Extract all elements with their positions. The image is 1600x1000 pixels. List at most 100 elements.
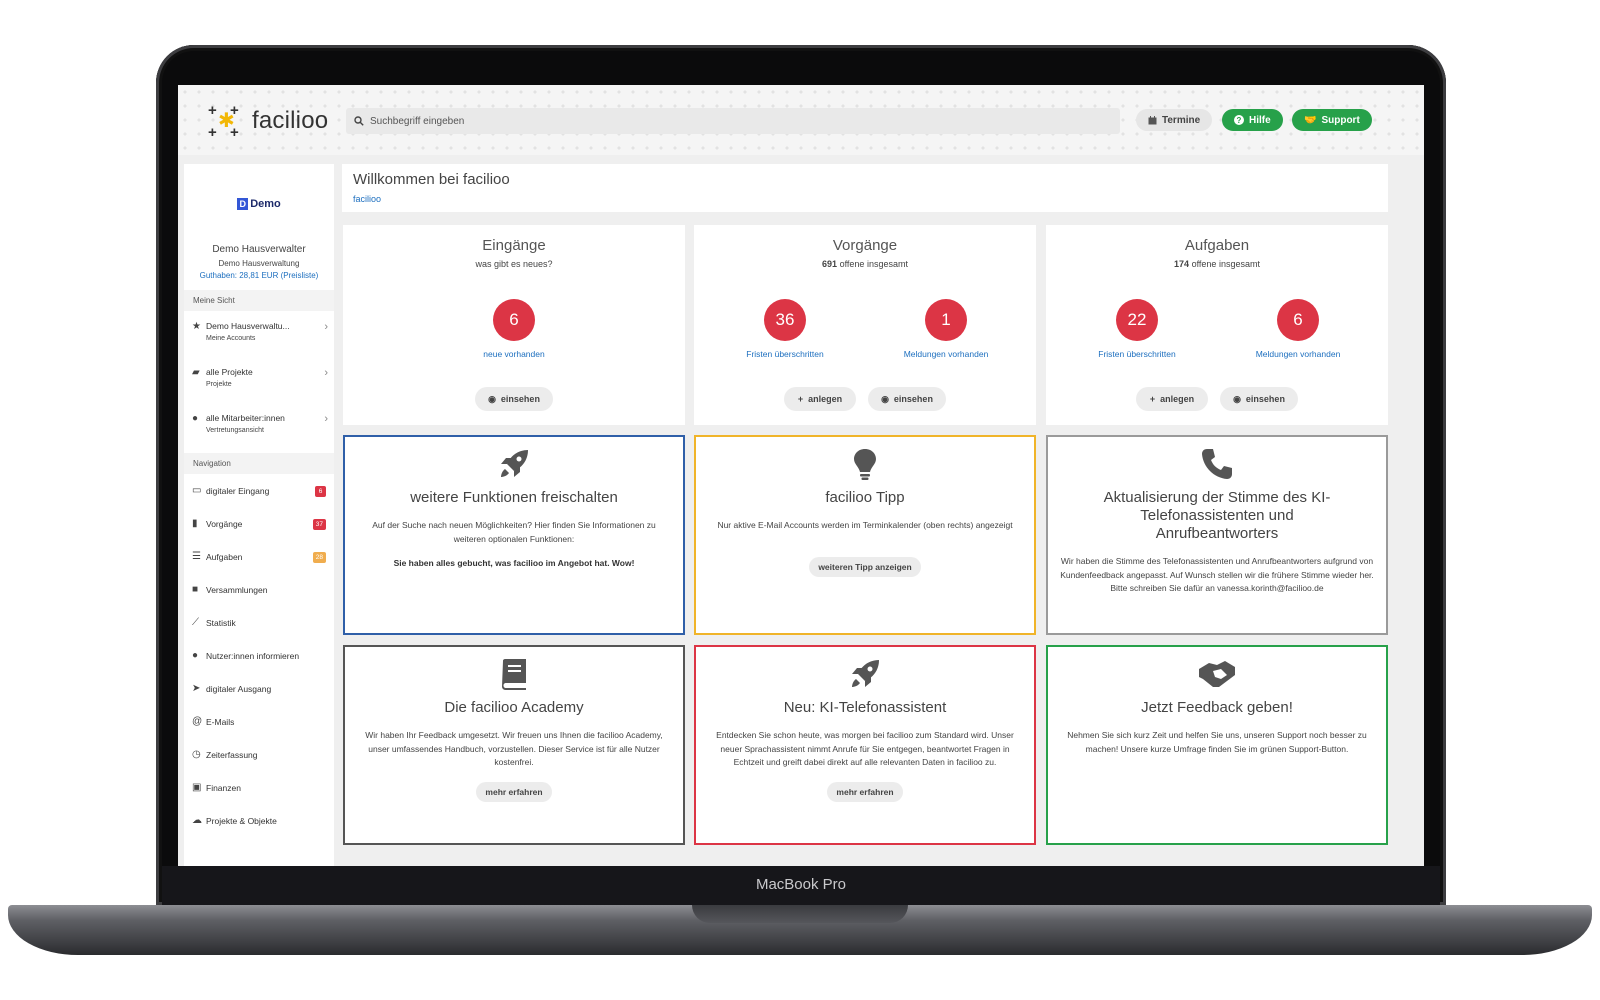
hilfe-label: Hilfe [1249, 114, 1271, 126]
handshake-icon [1199, 661, 1235, 687]
list-icon: ☰ [192, 551, 201, 562]
open-label: offene insgesamt [839, 259, 908, 269]
reports-circle[interactable]: 1 [925, 299, 967, 341]
einsehen-label: einsehen [893, 394, 933, 404]
ki-card: Neu: KI-Telefonassistent Entdecken Sie s… [694, 645, 1036, 845]
termine-button[interactable]: Termine [1136, 109, 1213, 131]
credit-link[interactable]: Guthaben: 28,81 EUR (Preisliste) [184, 271, 334, 280]
anlegen-button[interactable]: + anlegen [1136, 387, 1208, 411]
sidebar-item-mitarbeiter[interactable]: ● alle Mitarbeiter:innen Vertretungsansi… [184, 403, 334, 449]
company-name: Demo Hausverwaltung [218, 259, 300, 268]
search-bar[interactable] [346, 108, 1120, 134]
sidebar-item-digitaler-ausgang[interactable]: ➤ digitaler Ausgang [184, 672, 334, 705]
tipp-card: facilioo Tipp Nur aktive E-Mail Accounts… [694, 435, 1036, 635]
clock-icon: ◷ [192, 749, 201, 760]
termine-label: Termine [1162, 114, 1201, 126]
funktionen-card: weitere Funktionen freischalten Auf der … [343, 435, 685, 635]
card-text: Wir haben die Stimme des Telefonassisten… [1060, 556, 1374, 594]
overdue-circle[interactable]: 36 [764, 299, 806, 341]
nav-label: Vorgänge [206, 518, 243, 529]
sidebar-item-nutzer-informieren[interactable]: ● Nutzer:innen informieren [184, 639, 334, 672]
phone-icon [1202, 449, 1232, 479]
chevron-right-icon: › [324, 321, 328, 333]
eye-icon: ◉ [1233, 393, 1241, 404]
weiteren-tipp-button[interactable]: weiteren Tipp anzeigen [809, 556, 921, 577]
user-icon: ● [192, 413, 199, 424]
einsehen-label: einsehen [1245, 394, 1285, 404]
chart-line-icon: ⟋ [192, 617, 199, 628]
card-title: Eingänge [482, 237, 546, 254]
breadcrumb[interactable]: facilioo [353, 194, 1377, 204]
sidebar-item-statistik[interactable]: ⟋ Statistik [184, 606, 334, 639]
profile-block: D Demo Demo Hausverwalter Demo Hausverwal… [184, 164, 334, 280]
card-text: Nur aktive E-Mail Accounts werden im Ter… [717, 520, 1013, 530]
overdue-circle[interactable]: 22 [1116, 299, 1158, 341]
einsehen-label: einsehen [500, 394, 540, 404]
page-title: Willkommen bei facilioo [353, 171, 510, 188]
nav-label: Zeiterfassung [206, 749, 258, 760]
count-link[interactable]: neue vorhanden [434, 349, 594, 359]
sidebar-item-aufgaben[interactable]: ☰ Aufgaben 28 [184, 540, 334, 573]
sidebar-item-zeiterfassung[interactable]: ◷ Zeiterfassung [184, 738, 334, 771]
search-input[interactable] [370, 115, 1070, 127]
facilioo-logo[interactable]: + + + + ✱ facilioo [208, 102, 328, 141]
logo-mark-icon: + + + + ✱ [208, 102, 239, 141]
paper-plane-icon: ➤ [192, 683, 201, 694]
card-title: Aktualisierung der Stimme des KI-Telefon… [1103, 489, 1331, 542]
anlegen-button[interactable]: + anlegen [784, 387, 856, 411]
question-icon: ? [1234, 115, 1244, 125]
einsehen-button[interactable]: ◉ einsehen [868, 387, 946, 411]
mitarbeiter-label: alle Mitarbeiter:innen [206, 413, 285, 423]
chevron-right-icon: › [324, 367, 328, 379]
overdue-link[interactable]: Fristen überschritten [1057, 349, 1217, 359]
sidebar-item-emails[interactable]: @ E-Mails [184, 705, 334, 738]
reports-circle[interactable]: 6 [1277, 299, 1319, 341]
open-count: 174 [1174, 259, 1190, 269]
vorgaenge-card: Vorgänge 691 offene insgesamt 36 Fristen… [694, 225, 1036, 425]
sidebar-item-accounts[interactable]: ★ Demo Hausverwaltu... Meine Accounts › [184, 311, 334, 357]
plus-icon: + [1149, 394, 1156, 404]
card-subtitle: 174 offene insgesamt [1046, 259, 1388, 269]
sidebar-item-projekte[interactable]: ▰ alle Projekte Projekte › [184, 357, 334, 403]
einsehen-button[interactable]: ◉ einsehen [1220, 387, 1298, 411]
projekte-label: alle Projekte [206, 367, 253, 377]
rocket-icon [501, 450, 528, 477]
book-icon [502, 659, 526, 690]
mehr-erfahren-button[interactable]: mehr erfahren [827, 781, 903, 802]
sidebar-item-versammlungen[interactable]: ■ Versammlungen [184, 573, 334, 606]
card-title: Die facilioo Academy [444, 699, 584, 716]
reports-link[interactable]: Meldungen vorhanden [866, 349, 1026, 359]
hilfe-button[interactable]: ? Hilfe [1222, 109, 1283, 131]
sidebar-item-digitaler-eingang[interactable]: ▭ digitaler Eingang 6 [184, 474, 334, 507]
einsehen-button[interactable]: ◉ einsehen [475, 387, 553, 411]
cloud-icon: ☁ [192, 815, 202, 826]
support-button[interactable]: 🤝 Support [1292, 109, 1372, 131]
sidebar-item-finanzen[interactable]: ▣ Finanzen [184, 771, 334, 804]
star-icon: ★ [192, 321, 201, 332]
chevron-right-icon: › [324, 413, 328, 425]
card-text: Entdecken Sie schon heute, was morgen be… [716, 730, 1014, 768]
nav-label: Statistik [206, 617, 236, 628]
card-title: Jetzt Feedback geben! [1141, 699, 1293, 716]
count-circle[interactable]: 6 [493, 299, 535, 341]
eye-icon: ◉ [881, 393, 889, 404]
aufgaben-card: Aufgaben 174 offene insgesamt 22 Fristen… [1046, 225, 1388, 425]
sidebar-item-vorgaenge[interactable]: ▮ Vorgänge 37 [184, 507, 334, 540]
eingaenge-card: Eingänge was gibt es neues? 6 neue vorha… [343, 225, 685, 425]
at-icon: @ [192, 716, 203, 727]
overdue-link[interactable]: Fristen überschritten [705, 349, 865, 359]
nav-label: Nutzer:innen informieren [206, 650, 300, 661]
card-highlight: Sie haben alles gebucht, was facilioo im… [393, 558, 635, 569]
nav-label: E-Mails [206, 716, 235, 727]
company-logo-text: Demo [250, 198, 281, 210]
reports-link[interactable]: Meldungen vorhanden [1218, 349, 1378, 359]
anlegen-label: anlegen [1160, 394, 1195, 404]
meine-sicht-header: Meine Sicht [184, 290, 334, 311]
card-text: Wir haben Ihr Feedback umgesetzt. Wir fr… [365, 730, 663, 768]
feedback-card: Jetzt Feedback geben! Nehmen Sie sich ku… [1046, 645, 1388, 845]
nav-label: Projekte & Objekte [206, 815, 277, 826]
mehr-erfahren-button[interactable]: mehr erfahren [476, 781, 552, 802]
sidebar-item-projekte-objekte[interactable]: ☁ Projekte & Objekte [184, 804, 334, 837]
card-title: weitere Funktionen freischalten [410, 489, 618, 506]
card-text: Nehmen Sie sich kurz Zeit und helfen Sie… [1067, 730, 1367, 754]
